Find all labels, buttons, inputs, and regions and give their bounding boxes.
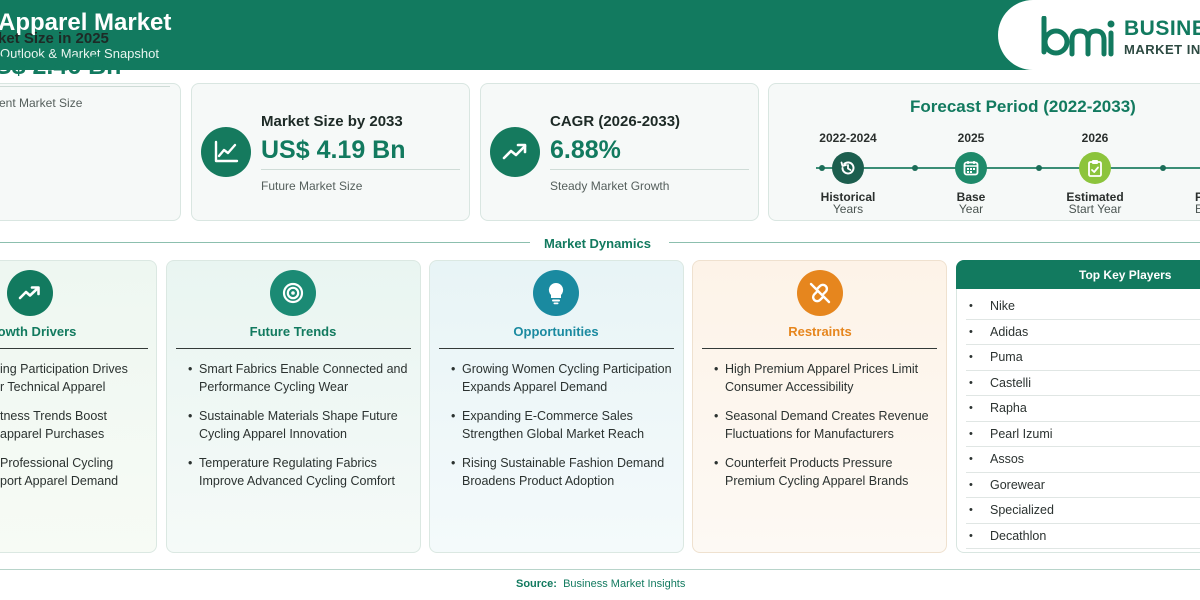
timeline-sublabel: Years — [832, 202, 864, 216]
stat-value: S$ 2.46 Bn — [0, 52, 122, 80]
source-label: Source: — [516, 578, 557, 590]
section-divider — [669, 242, 1200, 243]
opportunities-list: Growing Women Cycling Participation Expa… — [451, 360, 677, 501]
list-item: Assos — [966, 447, 1200, 473]
growth-drivers-list: ing Participation Drives r Technical App… — [0, 360, 149, 501]
bullet-item: Expanding E-Commerce Sales Strengthen Gl… — [451, 407, 677, 443]
trend-up-icon — [490, 127, 540, 177]
timeline-dot — [1036, 165, 1042, 171]
section-divider — [0, 242, 530, 243]
infographic-page: Apparel Market Outlook & Market Snapshot… — [0, 0, 1200, 600]
target-icon — [270, 270, 316, 316]
bullet-item: Counterfeit Products Pressure Premium Cy… — [714, 454, 942, 490]
list-item: Pearl Izumi — [966, 422, 1200, 447]
card-title: owth Drivers — [0, 324, 77, 339]
list-item: Specialized — [966, 498, 1200, 524]
timeline-dot — [1160, 165, 1166, 171]
timeline-line — [816, 167, 1200, 169]
timeline-year: 2022-2024 — [819, 131, 877, 145]
list-item: Decathlon — [966, 524, 1200, 549]
bullet-item: Growing Women Cycling Participation Expa… — [451, 360, 677, 396]
stat-divider — [0, 86, 170, 87]
timeline-sublabel: E — [1194, 202, 1200, 216]
bullet-item: Rising Sustainable Fashion Demand Broade… — [451, 454, 677, 490]
bullet-item: Professional Cycling port Apparel Demand — [0, 454, 149, 490]
timeline-sublabel: Year — [958, 202, 984, 216]
bullet-item: Smart Fabrics Enable Connected and Perfo… — [188, 360, 414, 396]
stat-value: US$ 4.19 Bn — [261, 136, 406, 164]
logo-text-primary: BUSINE — [1124, 17, 1200, 40]
timeline-year: 2025 — [957, 131, 985, 145]
card-title: Opportunities — [513, 324, 599, 339]
card-title: Future Trends — [249, 324, 337, 339]
logo-text-secondary: MARKET INSI — [1124, 42, 1200, 57]
timeline-dot — [912, 165, 918, 171]
card-divider — [0, 348, 148, 349]
bullet-item: Temperature Regulating Fabrics Improve A… — [188, 454, 414, 490]
footer-divider — [0, 569, 1200, 570]
card-divider — [176, 348, 411, 349]
stat-label: Market Size by 2033 — [261, 113, 403, 130]
broken-link-icon — [797, 270, 843, 316]
section-title-market-dynamics: Market Dynamics — [544, 236, 651, 251]
list-item: Castelli — [966, 371, 1200, 396]
card-title: Restraints — [788, 324, 852, 339]
bullet-item: tness Trends Boost apparel Purchases — [0, 407, 149, 443]
bullet-item: Seasonal Demand Creates Revenue Fluctuat… — [714, 407, 942, 443]
timeline-sublabel: Start Year — [1068, 202, 1122, 216]
stat-note: Future Market Size — [261, 179, 363, 193]
lightbulb-icon — [533, 270, 579, 316]
list-item: Nike — [966, 294, 1200, 320]
timeline-dot — [819, 165, 825, 171]
trend-up-icon — [7, 270, 53, 316]
key-players-list: Nike Adidas Puma Castelli Rapha Pearl Iz… — [966, 294, 1200, 549]
list-item: Puma — [966, 345, 1200, 371]
list-item: Rapha — [966, 396, 1200, 422]
stat-value: 6.88% — [550, 136, 621, 164]
bullet-item: High Premium Apparel Prices Limit Consum… — [714, 360, 942, 396]
forecast-title: Forecast Period (2022-2033) — [910, 97, 1136, 116]
clipboard-check-icon — [1079, 152, 1111, 184]
bmi-logo-icon — [1041, 16, 1115, 57]
list-item: Gorewear — [966, 473, 1200, 498]
bullet-item: ing Participation Drives r Technical App… — [0, 360, 149, 396]
restraints-list: High Premium Apparel Prices Limit Consum… — [714, 360, 942, 501]
key-players-title: Top Key Players — [1079, 268, 1172, 282]
bullet-item: Sustainable Materials Shape Future Cycli… — [188, 407, 414, 443]
stat-note: Steady Market Growth — [550, 179, 670, 193]
list-item: Adidas — [966, 320, 1200, 345]
source-note: Source: Business Market Insights — [516, 578, 685, 590]
card-divider — [439, 348, 674, 349]
stat-note: ent Market Size — [0, 96, 83, 110]
stat-divider — [550, 169, 749, 170]
stat-label: CAGR (2026-2033) — [550, 113, 681, 130]
card-divider — [702, 348, 937, 349]
calendar-icon — [955, 152, 987, 184]
line-chart-icon — [201, 127, 251, 177]
stat-label: ket Size in 2025 — [0, 30, 109, 47]
stat-divider — [261, 169, 460, 170]
history-icon — [832, 152, 864, 184]
timeline-year: 2026 — [1081, 131, 1109, 145]
source-value: Business Market Insights — [563, 578, 686, 590]
future-trends-list: Smart Fabrics Enable Connected and Perfo… — [188, 360, 414, 501]
